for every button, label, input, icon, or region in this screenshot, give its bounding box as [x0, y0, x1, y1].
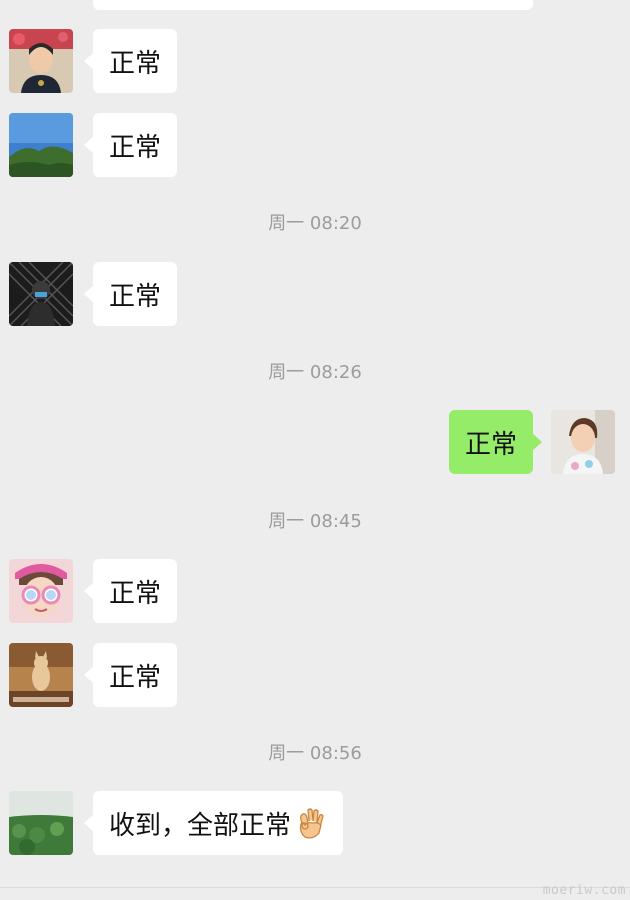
divider — [0, 887, 630, 888]
message-text: 正常 — [464, 429, 517, 460]
avatar-lotus-field[interactable] — [9, 791, 73, 855]
avatar-dark-portrait[interactable] — [9, 262, 73, 326]
timestamp: 周一 08:56 — [268, 743, 362, 764]
watermark: moeriw.com — [542, 883, 626, 898]
message-bubble[interactable]: 收到，全部正常 — [83, 791, 344, 855]
timestamp: 周一 08:20 — [268, 213, 362, 234]
message-bubble[interactable]: 正常 — [83, 113, 178, 177]
timestamp: 周一 08:26 — [268, 362, 362, 383]
message-text: 正常 — [109, 662, 162, 693]
avatar-woman[interactable] — [9, 29, 73, 93]
message-text: 正常 — [109, 281, 162, 312]
message-text: 正常 — [109, 578, 162, 609]
ok-hand-icon — [293, 806, 327, 840]
message-bubble[interactable]: 正常 — [83, 29, 178, 93]
message-text: 正常 — [109, 132, 162, 163]
message-bubble[interactable]: 正常 — [83, 559, 178, 623]
message-text: 正常 — [109, 48, 162, 79]
message-bubble[interactable]: 正常 — [83, 643, 178, 707]
previous-message-bubble — [93, 0, 533, 10]
message-bubble-outgoing[interactable]: 正常 — [448, 410, 543, 474]
timestamp: 周一 08:45 — [268, 511, 362, 532]
message-bubble[interactable]: 正常 — [83, 262, 178, 326]
message-text: 收到，全部正常 — [109, 810, 292, 841]
avatar-landscape[interactable] — [9, 113, 73, 177]
avatar-child[interactable] — [551, 410, 615, 474]
avatar-girl-glasses[interactable] — [9, 559, 73, 623]
avatar-cat[interactable] — [9, 643, 73, 707]
chat-message-list[interactable]: 正常 正常 周一 08:20 正常 周一 08:26 正常 周一 08:45 正… — [0, 0, 630, 900]
